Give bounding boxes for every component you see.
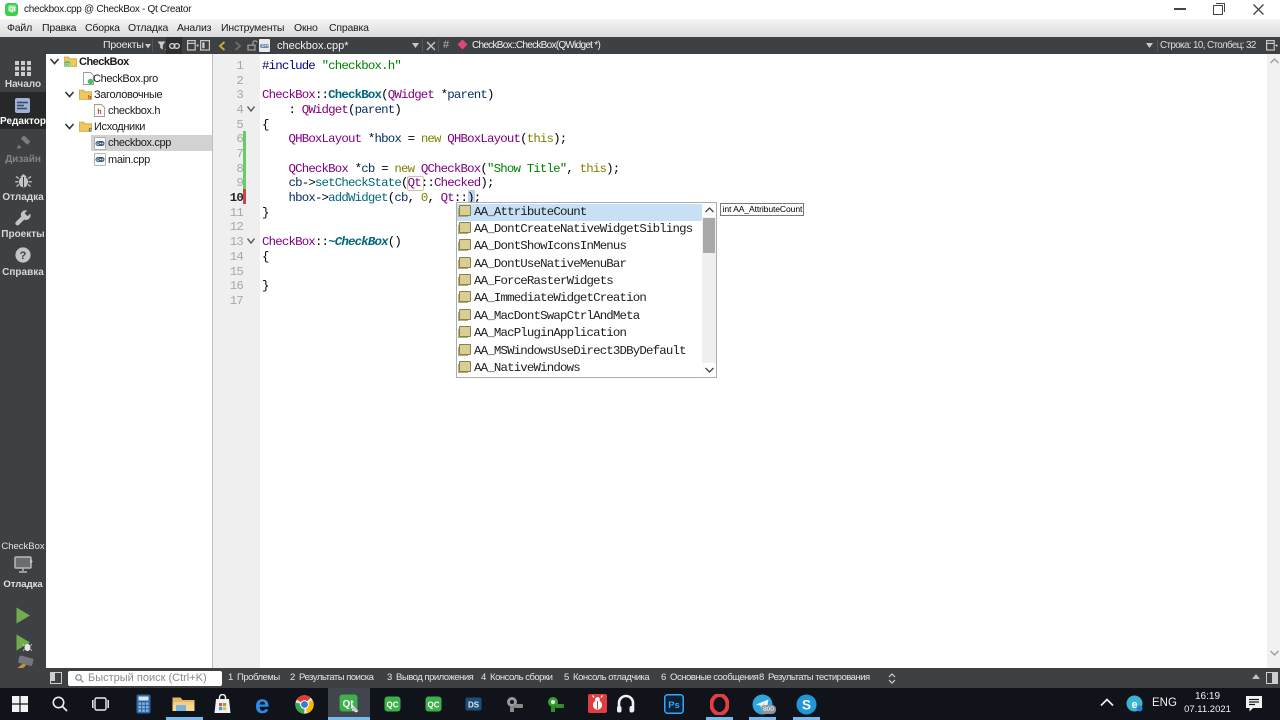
svg-text:Ps: Ps xyxy=(668,700,680,711)
svg-text:QC: QC xyxy=(428,701,440,710)
svg-text:Qt: Qt xyxy=(342,699,354,710)
svg-text:h: h xyxy=(97,109,101,117)
svg-text:DS: DS xyxy=(468,701,480,710)
svg-text:C++: C++ xyxy=(96,141,104,145)
svg-text:S: S xyxy=(802,698,811,713)
svg-text:h: h xyxy=(88,94,92,100)
svg-text:C++: C++ xyxy=(96,158,104,162)
svg-text:Qt: Qt xyxy=(65,62,71,67)
svg-text:c: c xyxy=(89,128,93,133)
svg-text:?: ? xyxy=(20,250,27,262)
svg-text:QC: QC xyxy=(387,701,399,710)
